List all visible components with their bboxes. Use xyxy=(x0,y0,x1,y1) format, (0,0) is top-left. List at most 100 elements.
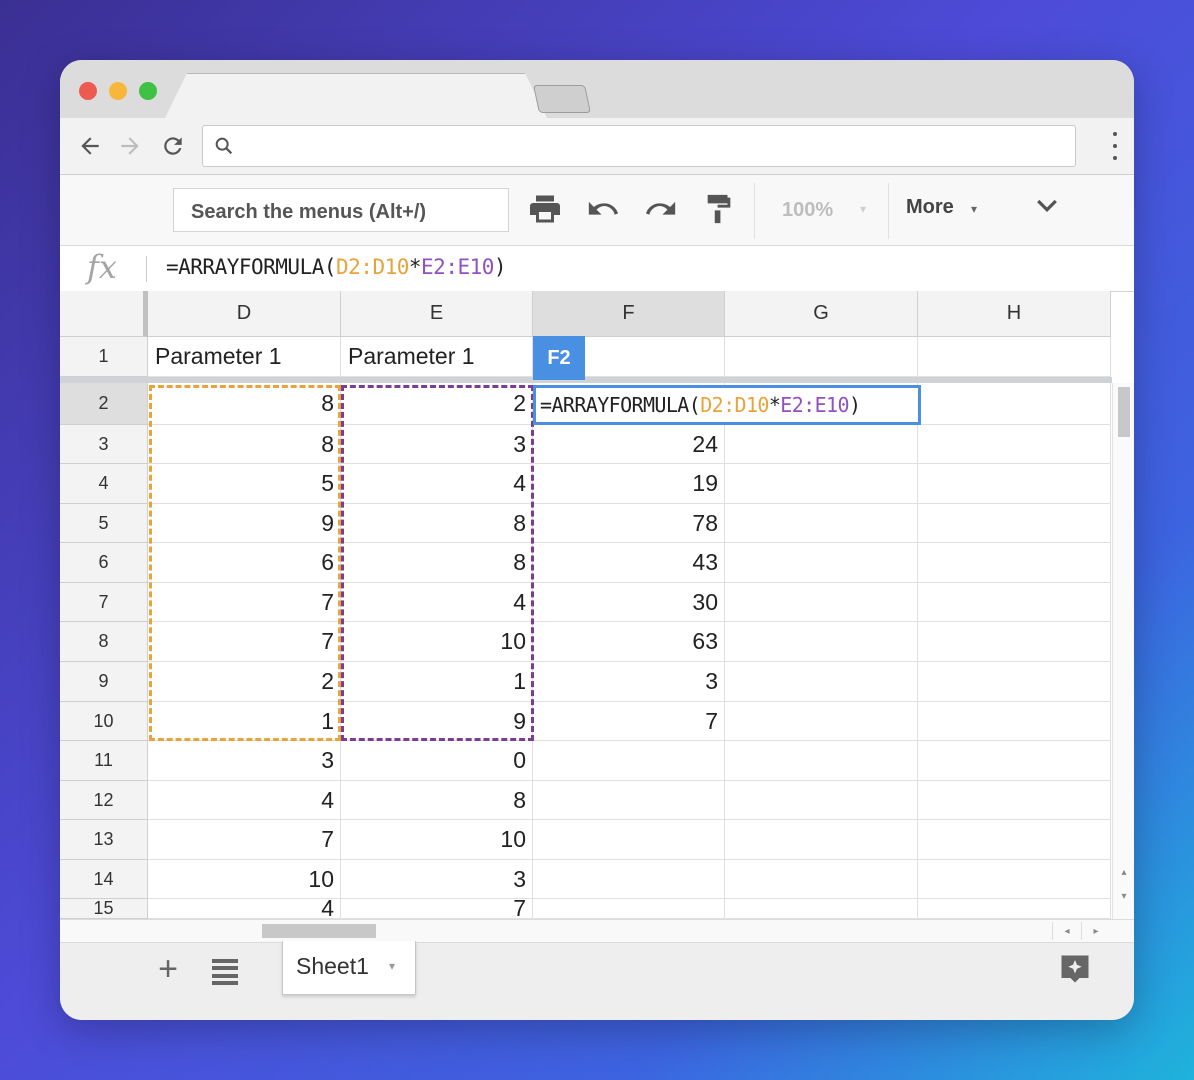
explore-button[interactable] xyxy=(1057,951,1093,987)
cell-e9[interactable]: 1 xyxy=(341,662,533,702)
cell-h8[interactable] xyxy=(918,622,1111,662)
cell-g9[interactable] xyxy=(725,662,918,702)
cell-f10[interactable]: 7 xyxy=(533,702,725,741)
undo-button[interactable] xyxy=(583,189,623,229)
address-input[interactable] xyxy=(202,125,1076,167)
cell-h12[interactable] xyxy=(918,781,1111,820)
cell-f13[interactable] xyxy=(533,820,725,860)
all-sheets-icon[interactable] xyxy=(212,959,238,985)
cell-g4[interactable] xyxy=(725,464,918,504)
cell-e11[interactable]: 0 xyxy=(341,741,533,781)
frozen-row-divider[interactable] xyxy=(60,377,1112,383)
cell-f15[interactable] xyxy=(533,899,725,919)
cell-g12[interactable] xyxy=(725,781,918,820)
cell-d11[interactable]: 3 xyxy=(148,741,341,781)
cell-d3[interactable]: 8 xyxy=(148,425,341,464)
cell-g5[interactable] xyxy=(725,504,918,543)
cell-editor-f2[interactable]: =ARRAYFORMULA(D2:D10*E2:E10) xyxy=(533,385,921,425)
cell-d2[interactable]: 8 xyxy=(148,383,341,425)
cell-h2[interactable] xyxy=(918,383,1111,425)
cell-g13[interactable] xyxy=(725,820,918,860)
cell-d10[interactable]: 1 xyxy=(148,702,341,741)
row-header-12[interactable]: 12 xyxy=(60,781,148,820)
cell-e2[interactable]: 2 xyxy=(341,383,533,425)
horizontal-scroll-thumb[interactable] xyxy=(262,924,376,938)
cell-g11[interactable] xyxy=(725,741,918,781)
redo-button[interactable] xyxy=(641,189,681,229)
cell-h1[interactable] xyxy=(918,337,1111,377)
minimize-window-button[interactable] xyxy=(109,82,127,100)
row-header-4[interactable]: 4 xyxy=(60,464,148,504)
row-header-10[interactable]: 10 xyxy=(60,702,148,741)
row-header-5[interactable]: 5 xyxy=(60,504,148,543)
scroll-down-arrow[interactable]: ▾ xyxy=(1116,887,1132,905)
cell-h7[interactable] xyxy=(918,583,1111,622)
cell-g14[interactable] xyxy=(725,860,918,899)
cell-h4[interactable] xyxy=(918,464,1111,504)
add-sheet-icon[interactable]: + xyxy=(153,950,183,988)
cell-e7[interactable]: 4 xyxy=(341,583,533,622)
column-header-e[interactable]: E xyxy=(341,291,533,337)
cell-e6[interactable]: 8 xyxy=(341,543,533,583)
row-header-14[interactable]: 14 xyxy=(60,860,148,899)
cell-e3[interactable]: 3 xyxy=(341,425,533,464)
vertical-scroll-thumb[interactable] xyxy=(1118,387,1130,437)
cell-d1[interactable]: Parameter 1 xyxy=(148,337,341,377)
maximize-window-button[interactable] xyxy=(139,82,157,100)
cell-f8[interactable]: 63 xyxy=(533,622,725,662)
reload-button[interactable] xyxy=(157,130,189,162)
sheet-tab[interactable]: Sheet1 ▾ xyxy=(282,941,416,995)
cell-f3[interactable]: 24 xyxy=(533,425,725,464)
row-header-13[interactable]: 13 xyxy=(60,820,148,860)
cell-d8[interactable]: 7 xyxy=(148,622,341,662)
column-header-f[interactable]: F xyxy=(533,291,725,337)
cell-f9[interactable]: 3 xyxy=(533,662,725,702)
cell-e5[interactable]: 8 xyxy=(341,504,533,543)
cell-f12[interactable] xyxy=(533,781,725,820)
cell-e13[interactable]: 10 xyxy=(341,820,533,860)
cell-d12[interactable]: 4 xyxy=(148,781,341,820)
cell-d5[interactable]: 9 xyxy=(148,504,341,543)
cell-h14[interactable] xyxy=(918,860,1111,899)
cell-g10[interactable] xyxy=(725,702,918,741)
cell-e4[interactable]: 4 xyxy=(341,464,533,504)
row-header-3[interactable]: 3 xyxy=(60,425,148,464)
column-header-h[interactable]: H xyxy=(918,291,1111,337)
zoom-select[interactable]: 100% xyxy=(782,199,833,222)
cell-f14[interactable] xyxy=(533,860,725,899)
cell-h9[interactable] xyxy=(918,662,1111,702)
cell-d9[interactable]: 2 xyxy=(148,662,341,702)
select-all-corner[interactable] xyxy=(60,291,148,337)
cell-g8[interactable] xyxy=(725,622,918,662)
cell-h13[interactable] xyxy=(918,820,1111,860)
cell-g3[interactable] xyxy=(725,425,918,464)
cell-g15[interactable] xyxy=(725,899,918,919)
cell-d7[interactable]: 7 xyxy=(148,583,341,622)
cell-e12[interactable]: 8 xyxy=(341,781,533,820)
forward-button[interactable] xyxy=(114,130,146,162)
cell-f7[interactable]: 30 xyxy=(533,583,725,622)
cell-h15[interactable] xyxy=(918,899,1111,919)
cell-f6[interactable]: 43 xyxy=(533,543,725,583)
scroll-right-arrow[interactable]: ▸ xyxy=(1081,922,1110,940)
row-header-2[interactable]: 2 xyxy=(60,383,148,425)
row-header-8[interactable]: 8 xyxy=(60,622,148,662)
cell-g7[interactable] xyxy=(725,583,918,622)
cell-d13[interactable]: 7 xyxy=(148,820,341,860)
row-header-9[interactable]: 9 xyxy=(60,662,148,702)
cell-e10[interactable]: 9 xyxy=(341,702,533,741)
cell-e15[interactable]: 7 xyxy=(341,899,533,919)
cell-e1[interactable]: Parameter 1 xyxy=(341,337,533,377)
cell-d6[interactable]: 6 xyxy=(148,543,341,583)
cell-h3[interactable] xyxy=(918,425,1111,464)
column-header-d[interactable]: D xyxy=(148,291,341,337)
print-button[interactable] xyxy=(525,189,565,229)
close-window-button[interactable] xyxy=(79,82,97,100)
scroll-up-arrow[interactable]: ▴ xyxy=(1116,863,1132,881)
row-header-6[interactable]: 6 xyxy=(60,543,148,583)
horizontal-scrollbar[interactable]: ◂ ▸ xyxy=(60,919,1134,943)
kebab-menu-icon[interactable] xyxy=(1110,132,1120,160)
row-header-15[interactable]: 15 xyxy=(60,898,148,919)
cell-f11[interactable] xyxy=(533,741,725,781)
more-button[interactable]: More xyxy=(906,196,954,219)
